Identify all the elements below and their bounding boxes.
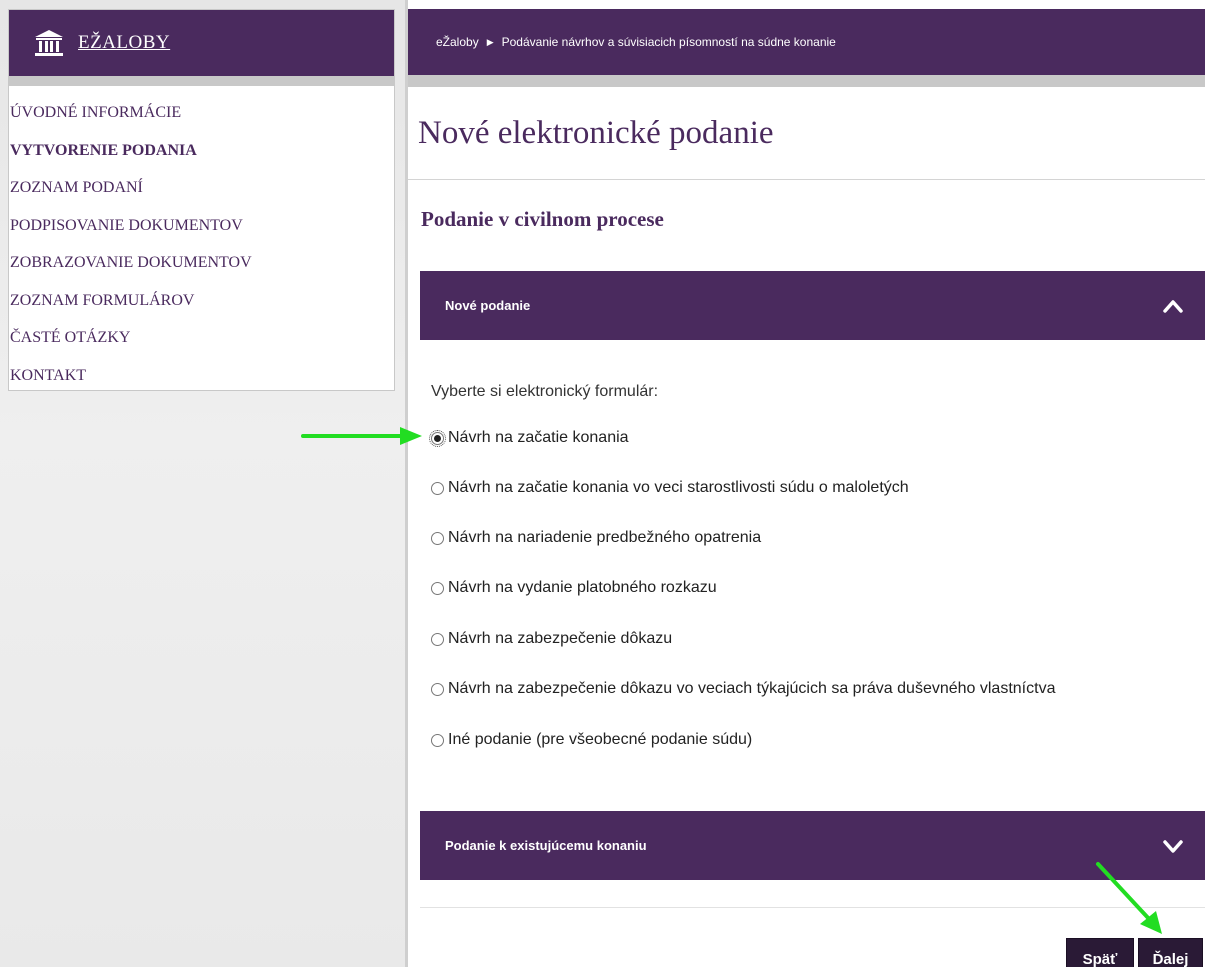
section-subtitle: Podanie v civilnom procese [421,207,664,231]
title-area: Nové elektronické podanie [408,87,1205,180]
radio-option-1[interactable]: Návrh na začatie konania vo veci starost… [431,479,909,497]
radio-button-checked[interactable] [429,429,446,447]
radio-button[interactable] [431,481,444,495]
panel-header-existing[interactable]: Podanie k existujúcemu konaniu [420,811,1205,880]
radio-option-label: Návrh na vydanie platobného rozkazu [448,579,717,596]
sidebar-item-podpisovanie-dokumentov[interactable]: PODPISOVANIE DOKUMENTOV [9,207,394,245]
breadcrumb-home-link[interactable]: eŽaloby [436,35,479,49]
radio-option-label: Návrh na začatie konania vo veci starost… [448,479,909,496]
radio-option-label: Návrh na nariadenie predbežného opatreni… [448,529,762,546]
radio-option-5[interactable]: Návrh na zabezpečenie dôkazu vo veciach … [431,680,1055,698]
sidebar-item-zobrazovanie-dokumentov[interactable]: ZOBRAZOVANIE DOKUMENTOV [9,244,394,282]
radio-option-4[interactable]: Návrh na zabezpečenie dôkazu [431,630,672,648]
radio-option-label: Návrh na zabezpečenie dôkazu [448,630,673,647]
sidebar-item-caste-otazky[interactable]: ČASTÉ OTÁZKY [9,319,394,357]
radio-button[interactable] [431,531,444,545]
radio-button[interactable] [431,632,444,646]
breadcrumb-separator-icon: ▶ [486,36,494,47]
radio-button[interactable] [431,682,444,696]
sidebar-item-zoznam-formularov[interactable]: ZOZNAM FORMULÁROV [9,282,394,320]
panel-title-new: Nové podanie [445,298,531,313]
radio-option-label: Návrh na začatie konania [448,429,629,446]
sidebar-item-kontakt[interactable]: KONTAKT [9,357,394,395]
breadcrumb-current: Podávanie návrhov a súvisiacich písomnos… [501,35,836,49]
panel-title-existing: Podanie k existujúcemu konaniu [445,838,647,853]
back-button[interactable]: Späť [1066,938,1134,967]
brand-header: EŽALOBY [9,10,394,86]
radio-option-label: Iné podanie (pre všeobecné podanie súdu) [448,731,753,748]
form-label: Vyberte si elektronický formulár: [431,383,659,400]
sidebar-nav: ÚVODNÉ INFORMÁCIE VYTVORENIE PODANIA ZOZ… [9,86,394,394]
chevron-down-icon[interactable] [1163,839,1183,853]
radio-option-3[interactable]: Návrh na vydanie platobného rozkazu [431,579,717,597]
radio-option-2[interactable]: Návrh na nariadenie predbežného opatreni… [431,529,761,547]
brand-link[interactable]: EŽALOBY [78,32,170,54]
radio-option-6[interactable]: Iné podanie (pre všeobecné podanie súdu) [431,731,752,749]
page-title: Nové elektronické podanie [418,114,774,151]
header-divider [408,75,1205,87]
annotation-arrow-right-icon [301,427,422,445]
main-content: eŽaloby ▶ Podávanie návrhov a súvisiacic… [408,9,1205,967]
courthouse-icon [35,30,63,56]
annotation-arrow-down-right-icon [1096,862,1162,934]
chevron-up-icon[interactable] [1163,299,1183,313]
radio-button[interactable] [431,581,444,595]
radio-option-0[interactable]: Návrh na začatie konania [429,429,629,447]
next-button[interactable]: Ďalej [1138,938,1203,967]
radio-button[interactable] [431,733,444,747]
sidebar: EŽALOBY ÚVODNÉ INFORMÁCIE VYTVORENIE POD… [8,9,395,391]
breadcrumb: eŽaloby ▶ Podávanie návrhov a súvisiacic… [408,9,1205,75]
footer-divider [420,907,1205,908]
sidebar-item-vytvorenie-podania[interactable]: VYTVORENIE PODANIA [9,132,394,170]
sidebar-item-zoznam-podani[interactable]: ZOZNAM PODANÍ [9,169,394,207]
sidebar-item-uvodne-informacie[interactable]: ÚVODNÉ INFORMÁCIE [9,94,394,132]
panel-header-new[interactable]: Nové podanie [420,271,1205,340]
radio-option-label: Návrh na zabezpečenie dôkazu vo veciach … [448,680,1056,697]
